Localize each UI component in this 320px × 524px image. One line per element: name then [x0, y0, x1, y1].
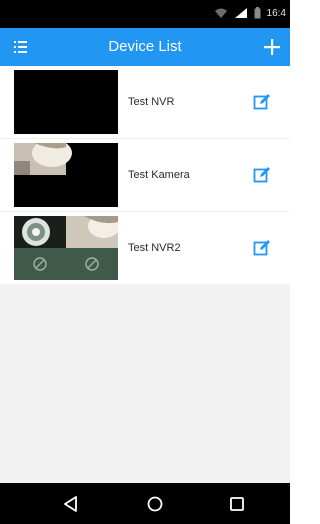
device-row[interactable]: Test NVR: [0, 66, 290, 138]
status-time: 16:4: [266, 7, 286, 19]
home-icon[interactable]: [144, 493, 166, 515]
device-row[interactable]: Test Kamera: [0, 138, 290, 211]
device-list: Test NVR Test Kamera Test NVR2: [0, 66, 290, 284]
navigation-bar: [0, 483, 290, 524]
edit-icon[interactable]: [252, 92, 272, 112]
battery-icon: [254, 7, 261, 19]
device-name: Test NVR: [128, 96, 175, 108]
empty-list-area: [0, 284, 290, 483]
edit-icon[interactable]: [252, 238, 272, 258]
recent-apps-icon[interactable]: [226, 493, 248, 515]
black-screen-thumbnail: [14, 70, 118, 134]
wifi-icon: [214, 8, 227, 18]
app-bar: Device List: [0, 28, 290, 66]
device-thumbnail[interactable]: [14, 70, 118, 134]
back-icon[interactable]: [60, 493, 82, 515]
add-icon[interactable]: [260, 35, 284, 59]
status-bar: 16:4: [0, 0, 290, 28]
page-title: Device List: [108, 38, 182, 55]
device-thumbnail[interactable]: [14, 143, 118, 207]
device-thumbnail[interactable]: [14, 216, 118, 280]
device-name: Test NVR2: [128, 242, 181, 254]
edit-icon[interactable]: [252, 165, 272, 185]
status-icons: 16:4: [214, 6, 286, 20]
device-row[interactable]: Test NVR2: [0, 211, 290, 284]
camera-snapshot-thumbnail: [14, 143, 118, 207]
signal-icon: [234, 8, 247, 18]
device-name: Test Kamera: [128, 169, 190, 181]
multi-channel-grid-thumbnail: [14, 216, 118, 280]
